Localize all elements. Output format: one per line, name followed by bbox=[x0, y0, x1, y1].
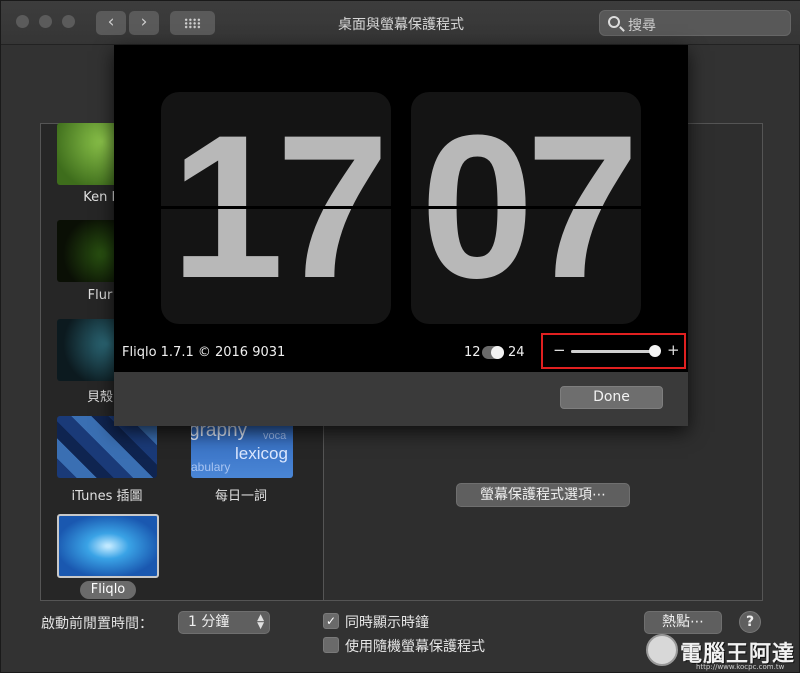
updown-arrows-icon: ▲ ▼ bbox=[257, 613, 264, 631]
size-slider-knob[interactable] bbox=[648, 345, 661, 357]
hours-flip-card: 17 bbox=[161, 92, 391, 324]
show-clock-checkbox[interactable]: ✓ bbox=[323, 613, 339, 629]
random-screensaver-checkbox[interactable] bbox=[323, 637, 339, 653]
chevron-right-icon: › bbox=[140, 12, 148, 32]
time-format-toggle[interactable] bbox=[482, 346, 504, 359]
screensaver-options-button[interactable]: 螢幕保護程式選項⋯ bbox=[456, 483, 630, 507]
zoom-window-button[interactable] bbox=[62, 15, 75, 28]
start-after-select[interactable]: 1 分鐘 ▲ ▼ bbox=[178, 611, 270, 634]
size-slider-highlight: − + bbox=[541, 333, 686, 369]
word-of-the-day-word: abulary bbox=[191, 460, 231, 474]
fliqlo-thumbnail[interactable] bbox=[57, 514, 159, 578]
fliqlo-label: Fliqlo bbox=[80, 581, 136, 599]
show-clock-label: 同時顯示時鐘 bbox=[345, 615, 429, 631]
start-after-value: 1 分鐘 bbox=[188, 614, 230, 630]
grid-icon bbox=[184, 18, 201, 29]
hours-digits: 17 bbox=[170, 93, 390, 321]
start-after-label: 啟動前閒置時間： bbox=[41, 616, 153, 632]
watermark: 電腦王阿達 http://www.kocpc.com.tw bbox=[646, 632, 796, 672]
version-text: Fliqlo 1.7.1 © 2016 9031 bbox=[122, 345, 286, 360]
size-slider-fill bbox=[571, 350, 655, 353]
close-window-button[interactable] bbox=[16, 15, 29, 28]
toggle-knob bbox=[491, 346, 504, 359]
help-button[interactable]: ? bbox=[739, 611, 761, 633]
format-24-label: 24 bbox=[508, 345, 525, 360]
window-title: 桌面與螢幕保護程式 bbox=[338, 17, 464, 33]
watermark-url: http://www.kocpc.com.tw bbox=[696, 663, 785, 671]
format-12-label: 12 bbox=[464, 345, 481, 360]
minus-icon[interactable]: − bbox=[553, 341, 566, 359]
word-of-the-day-label: 每日一詞 bbox=[214, 489, 267, 504]
random-screensaver-label: 使用隨機螢幕保護程式 bbox=[345, 639, 485, 655]
mascot-logo bbox=[646, 634, 678, 666]
fliqlo-options-sheet: 17 07 Fliqlo 1.7.1 © 2016 9031 12 24 − +… bbox=[114, 45, 688, 426]
word-of-the-day-word: voca bbox=[263, 430, 287, 442]
hot-corners-button[interactable]: 熱點⋯ bbox=[644, 611, 722, 634]
search-placeholder: 搜尋 bbox=[628, 18, 656, 34]
word-of-the-day-word: lexicog bbox=[235, 444, 288, 463]
title-bar: ‹ › 桌面與螢幕保護程式 搜尋 bbox=[1, 1, 800, 45]
search-field[interactable]: 搜尋 bbox=[599, 10, 791, 36]
chevron-left-icon: ‹ bbox=[107, 12, 115, 32]
minutes-flip-card: 07 bbox=[411, 92, 641, 324]
plus-icon[interactable]: + bbox=[667, 341, 680, 359]
forward-button[interactable]: › bbox=[129, 11, 159, 35]
itunes-artwork-label: iTunes 插圖 bbox=[71, 489, 143, 504]
back-button[interactable]: ‹ bbox=[96, 11, 126, 35]
minimize-window-button[interactable] bbox=[39, 15, 52, 28]
size-slider[interactable] bbox=[571, 345, 661, 357]
search-icon bbox=[608, 16, 620, 28]
checkmark-icon: ✓ bbox=[325, 614, 337, 628]
system-preferences-window: ‹ › 桌面與螢幕保護程式 搜尋 Ken Bu Flur 貝殼 iTunes 插… bbox=[0, 0, 800, 673]
clock-preview: 17 07 Fliqlo 1.7.1 © 2016 9031 12 24 − + bbox=[114, 45, 688, 372]
show-all-button[interactable] bbox=[170, 11, 215, 35]
done-button[interactable]: Done bbox=[560, 386, 663, 409]
minutes-digits: 07 bbox=[420, 93, 640, 321]
